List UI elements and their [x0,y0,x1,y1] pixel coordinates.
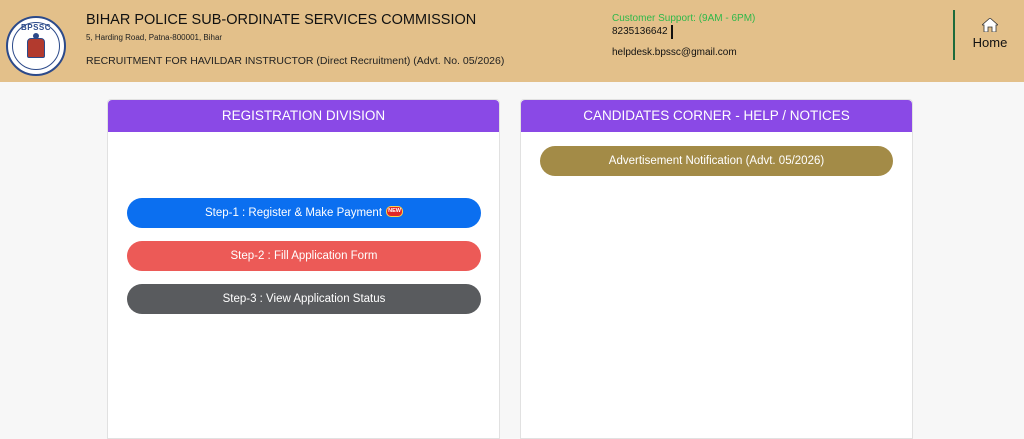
bpssc-logo: BPSSC [6,16,66,76]
text-cursor [671,25,673,39]
emblem-icon [27,33,45,58]
organization-address: 5, Harding Road, Patna-800001, Bihar [86,33,223,42]
step1-label: Step-1 : Register & Make Payment [204,207,383,219]
advertisement-label: Advertisement Notification (Advt. 05/202… [608,155,825,167]
recruitment-title: RECRUITMENT FOR HAVILDAR INSTRUCTOR (Dir… [86,55,505,67]
fill-application-form-button[interactable]: Step-2 : Fill Application Form [127,241,481,271]
header-divider [953,10,955,60]
candidates-corner-heading: CANDIDATES CORNER - HELP / NOTICES [521,100,912,132]
step2-label: Step-2 : Fill Application Form [230,250,378,262]
logo-text: BPSSC [20,23,52,32]
advertisement-notification-button[interactable]: Advertisement Notification (Advt. 05/202… [540,146,893,176]
organization-title: BIHAR POLICE SUB-ORDINATE SERVICES COMMI… [86,12,477,28]
home-link[interactable]: Home [968,18,1012,58]
support-email[interactable]: helpdesk.bpssc@gmail.com [612,47,737,58]
support-phone: 8235136642 [612,26,668,37]
register-make-payment-button[interactable]: Step-1 : Register & Make Payment NEW [127,198,481,228]
step3-label: Step-3 : View Application Status [222,293,386,305]
customer-support-label: Customer Support: (9AM - 6PM) [612,13,756,24]
home-icon [968,18,1012,32]
view-application-status-button[interactable]: Step-3 : View Application Status [127,284,481,314]
registration-division-panel: REGISTRATION DIVISION Step-1 : Register … [107,99,500,439]
home-label: Home [972,35,1008,50]
page-header: BPSSC BIHAR POLICE SUB-ORDINATE SERVICES… [0,0,1024,82]
registration-division-heading: REGISTRATION DIVISION [108,100,499,132]
new-badge-icon: NEW [386,206,404,218]
candidates-corner-panel: CANDIDATES CORNER - HELP / NOTICES Adver… [520,99,913,439]
